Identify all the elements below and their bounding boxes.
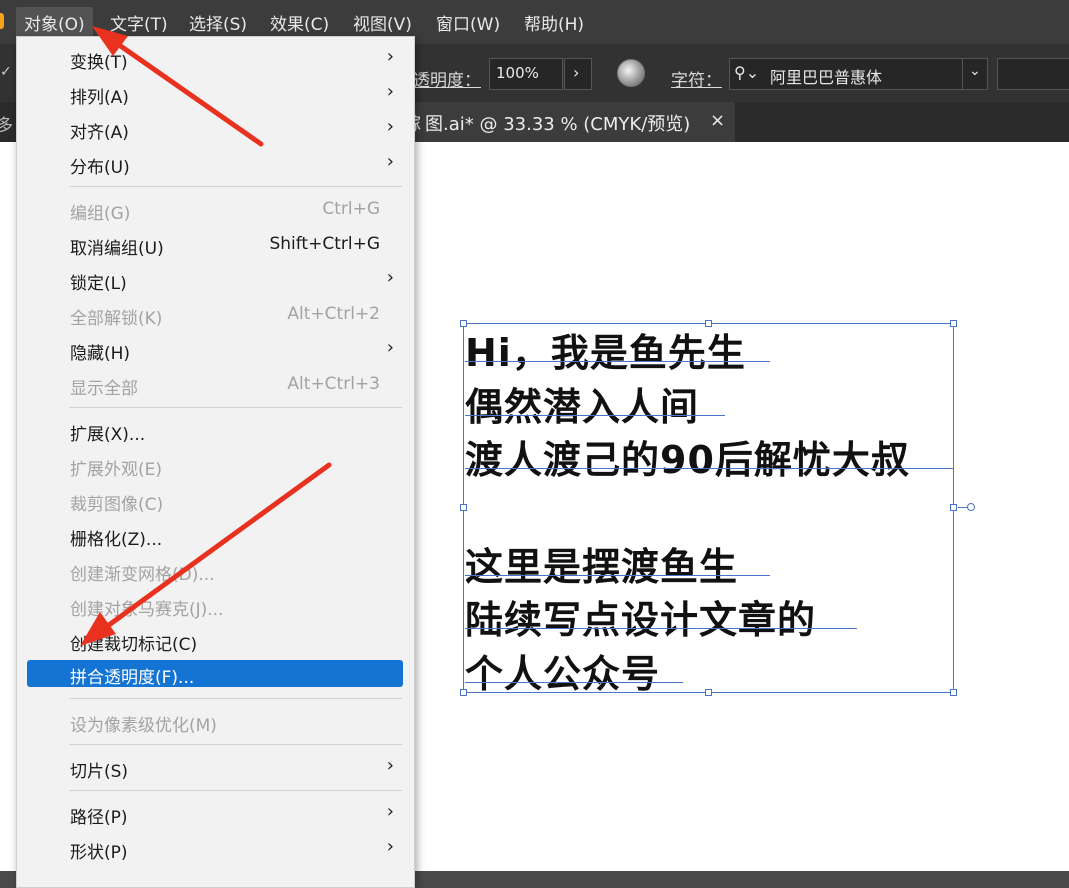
document-tab[interactable]: 稼 图.ai* @ 33.33 % (CMYK/预览) × <box>403 102 735 142</box>
text-baseline <box>465 682 683 683</box>
object-menu: 变换(T) › 排列(A) › 对齐(A) › 分布(U) › 编组(G) Ctrl+G … <box>16 36 415 888</box>
chevron-right-icon: › <box>386 337 394 358</box>
chevron-down-icon: ⌄ <box>969 63 981 79</box>
menu-item-crop-image[interactable]: 裁剪图像(C) <box>17 484 414 517</box>
menu-item-unlock-all[interactable]: 全部解锁(K) Alt+Ctrl+2 <box>17 298 414 331</box>
menu-item-path[interactable]: 路径(P) › <box>17 797 414 830</box>
chevron-right-icon: › <box>386 267 394 288</box>
opacity-label: 透明度： <box>413 71 481 91</box>
menu-object[interactable]: 对象(O) <box>16 7 93 38</box>
menu-item-flatten-transparency[interactable]: 拼合透明度(F)... <box>27 660 403 688</box>
character-label: 字符： <box>671 71 722 91</box>
app-logo-fragment <box>0 13 4 29</box>
menu-type[interactable]: 文字(T) <box>110 10 168 35</box>
menu-item-show-all[interactable]: 显示全部 Alt+Ctrl+3 <box>17 368 414 401</box>
text-baseline <box>465 361 770 362</box>
chevron-right-icon: › <box>386 46 394 67</box>
menu-item-slice[interactable]: 切片(S) › <box>17 751 414 784</box>
text-baseline <box>465 415 725 416</box>
chevron-right-icon: › <box>386 81 394 102</box>
text-line: Hi，我是鱼先生 <box>465 331 746 375</box>
chevron-right-icon: › <box>386 151 394 172</box>
menu-item-hide[interactable]: 隐藏(H) › <box>17 333 414 366</box>
menu-item-transform[interactable]: 变换(T) › <box>17 42 414 75</box>
frame-handle-br[interactable] <box>950 689 957 696</box>
text-line: 渡人渡己的90后解忧大叔 <box>465 438 910 482</box>
menu-item-make-pixel-perfect[interactable]: 设为像素级优化(M) <box>17 705 414 738</box>
menu-separator <box>69 744 402 745</box>
menu-item-create-gradient-mesh[interactable]: 创建渐变网格(D)... <box>17 554 414 587</box>
menu-item-create-trim-marks[interactable]: 创建裁切标记(C) <box>17 624 414 657</box>
frame-handle-tr[interactable] <box>950 320 957 327</box>
menu-item-distribute[interactable]: 分布(U) › <box>17 147 414 180</box>
menu-item-lock[interactable]: 锁定(L) › <box>17 263 414 296</box>
text-baseline <box>465 468 953 469</box>
chevron-right-icon: › <box>386 836 394 857</box>
frame-handle-mr[interactable] <box>950 504 957 511</box>
menu-separator <box>69 186 402 187</box>
frame-handle-bm[interactable] <box>705 689 712 696</box>
search-icon: ⚲⌄ <box>734 63 760 82</box>
text-line: 个人公众号 <box>465 652 661 696</box>
menu-help[interactable]: 帮助(H) <box>524 10 584 35</box>
menu-item-rasterize[interactable]: 栅格化(Z)... <box>17 519 414 552</box>
chevron-down-icon[interactable]: ✓ <box>0 64 12 80</box>
menu-effect[interactable]: 效果(C) <box>270 10 329 35</box>
menu-item-arrange[interactable]: 排列(A) › <box>17 77 414 110</box>
menu-separator <box>69 790 402 791</box>
menu-item-shape[interactable]: 形状(P) › <box>17 832 414 865</box>
chevron-right-icon: › <box>386 116 394 137</box>
menu-item-ungroup[interactable]: 取消编组(U) Shift+Ctrl+G <box>17 228 414 261</box>
close-icon[interactable]: × <box>710 110 725 131</box>
menu-item-align[interactable]: 对齐(A) › <box>17 112 414 145</box>
text-line: 陆续写点设计文章的 <box>465 598 817 642</box>
text-line: 偶然潜入人间 <box>465 385 700 429</box>
opacity-expand-button[interactable]: › <box>564 58 592 90</box>
chevron-right-icon: › <box>386 755 394 776</box>
menu-separator <box>69 407 402 408</box>
chevron-right-icon: › <box>386 801 394 822</box>
menu-item-expand[interactable]: 扩展(X)... <box>17 414 414 447</box>
frame-handle-ml[interactable] <box>460 504 467 511</box>
chevron-right-icon: › <box>573 63 580 82</box>
menu-item-group[interactable]: 编组(G) Ctrl+G <box>17 193 414 226</box>
area-text-port-circle[interactable] <box>967 503 975 511</box>
text-line: 这里是摆渡鱼生 <box>465 545 739 589</box>
menu-window[interactable]: 窗口(W) <box>436 10 500 35</box>
text-baseline <box>465 575 770 576</box>
text-baseline <box>465 628 857 629</box>
menu-view[interactable]: 视图(V) <box>353 10 412 35</box>
menu-select[interactable]: 选择(S) <box>189 10 247 35</box>
font-family-input[interactable]: ⚲⌄ 阿里巴巴普惠体 <box>729 58 963 90</box>
recolor-artwork-icon[interactable] <box>617 59 645 87</box>
menu-separator <box>69 698 402 699</box>
menu-item-create-object-mosaic[interactable]: 创建对象马赛克(J)... <box>17 589 414 622</box>
font-style-input[interactable] <box>997 58 1069 90</box>
font-dropdown-button[interactable]: ⌄ <box>962 58 988 90</box>
inactive-tab[interactable]: 多 <box>0 111 13 136</box>
opacity-input[interactable]: 100% <box>489 58 563 90</box>
menu-item-expand-appearance[interactable]: 扩展外观(E) <box>17 449 414 482</box>
